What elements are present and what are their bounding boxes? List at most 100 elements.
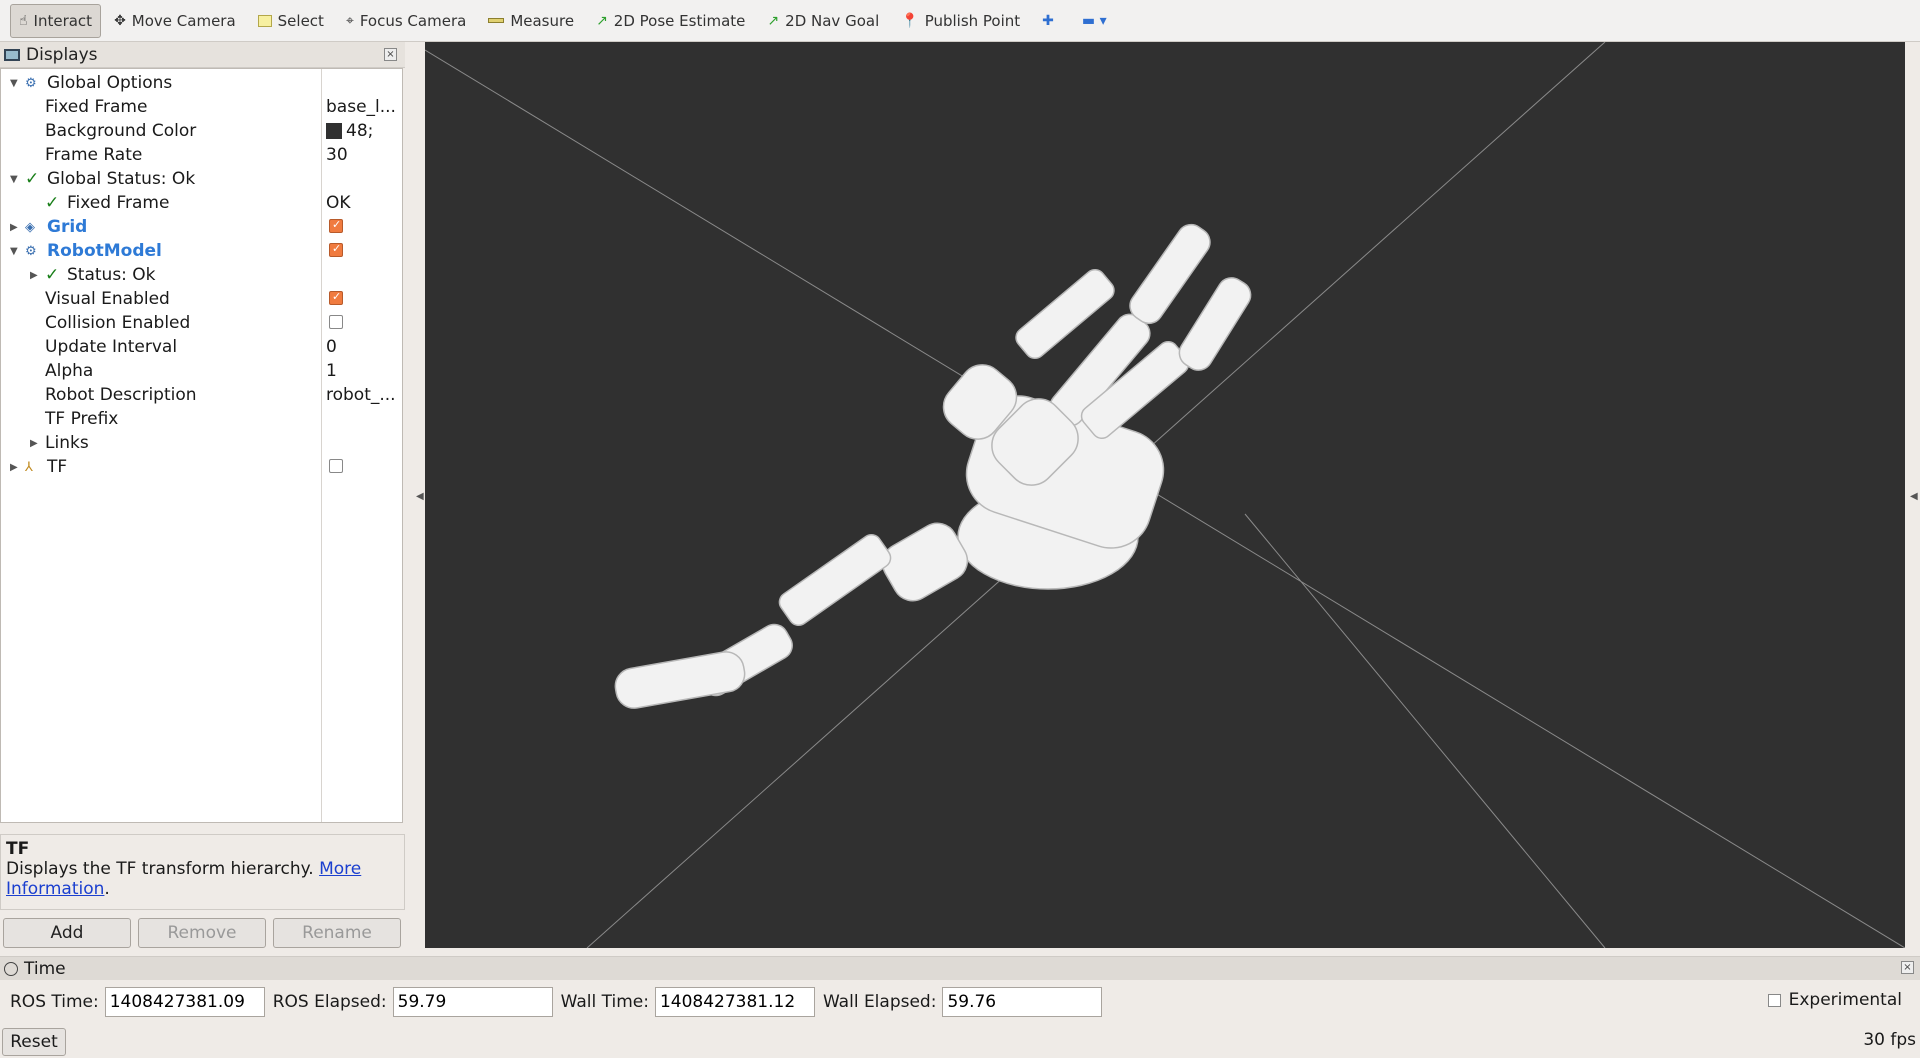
color-swatch (326, 123, 342, 139)
hand-cursor-icon: ☝ (19, 12, 28, 29)
tree-row-grid[interactable]: ▶ ◈ Grid (1, 215, 401, 239)
tree-row-collision-enabled[interactable]: Collision Enabled (1, 311, 401, 335)
add-button[interactable]: Add (3, 918, 131, 948)
remove-button[interactable]: Remove (138, 918, 266, 948)
collapse-arrow-icon[interactable]: ▼ (10, 78, 18, 89)
ros-time-label: ROS Time: (10, 992, 99, 1012)
close-icon[interactable]: × (384, 48, 397, 61)
collision-enabled-checkbox[interactable] (329, 315, 343, 329)
focus-camera-tool-button[interactable]: ⌖ Focus Camera (337, 4, 475, 38)
collapse-arrow-icon[interactable]: ▼ (10, 174, 18, 185)
clock-icon (4, 961, 18, 976)
minus-dropdown-icon: ▬ ▾ (1081, 12, 1107, 29)
displays-tree: ▼ ⚙ Global Options Fixed Frame base_l...… (0, 68, 403, 823)
plus-icon: ✚ (1042, 12, 1054, 29)
experimental-label: Experimental (1788, 990, 1902, 1010)
wall-time-label: Wall Time: (560, 992, 649, 1012)
alpha-value[interactable]: 1 (326, 361, 401, 381)
wall-elapsed-label: Wall Elapsed: (822, 992, 937, 1012)
grid-enabled-checkbox[interactable] (329, 218, 343, 233)
ros-elapsed-field[interactable] (392, 987, 553, 1017)
close-icon[interactable]: × (1901, 961, 1914, 974)
experimental-toggle[interactable]: Experimental (1767, 990, 1902, 1010)
tree-row-robot-description[interactable]: Robot Description robot_... (1, 383, 401, 407)
move-camera-icon: ✥ (114, 12, 126, 29)
select-box-icon (257, 14, 272, 27)
measure-tool-button[interactable]: Measure (479, 4, 583, 38)
monitor-icon (4, 48, 20, 61)
focus-crosshair-icon: ⌖ (345, 12, 354, 29)
robot-icon: ⚙ (25, 243, 37, 259)
tree-row-visual-enabled[interactable]: Visual Enabled (1, 287, 401, 311)
add-tool-button[interactable]: ✚ (1033, 4, 1069, 38)
robot-hand-model (614, 223, 1252, 709)
remove-tool-button[interactable]: ▬ ▾ (1073, 4, 1122, 38)
fps-readout: 30 fps (1863, 1030, 1916, 1050)
robot-model-enabled-checkbox[interactable] (329, 242, 343, 257)
publish-point-tool-button[interactable]: 📍 Publish Point (892, 4, 1029, 38)
ros-elapsed-label: ROS Elapsed: (272, 992, 387, 1012)
tree-row-tf-prefix[interactable]: TF Prefix (1, 407, 401, 431)
tf-enabled-checkbox[interactable] (329, 459, 343, 473)
tree-row-frame-rate[interactable]: Frame Rate 30 (1, 143, 401, 167)
fixed-frame-value[interactable]: base_l... (326, 97, 401, 117)
expand-arrow-icon[interactable]: ▶ (30, 270, 38, 281)
displays-panel: Displays × ▼ ⚙ Global Options Fixed Fram… (0, 42, 405, 823)
displays-header: Displays (0, 42, 405, 68)
tree-row-global-options[interactable]: ▼ ⚙ Global Options (1, 71, 401, 95)
time-panel-header: Time (0, 956, 1920, 980)
map-pin-icon: 📍 (901, 12, 919, 29)
tree-row-alpha[interactable]: Alpha 1 (1, 359, 401, 383)
grid-lines (425, 42, 1905, 948)
green-arrow-icon: ↗ (596, 12, 608, 29)
tree-row-status-fixed-frame[interactable]: ✓ Fixed Frame OK (1, 191, 401, 215)
update-interval-value[interactable]: 0 (326, 337, 401, 357)
interact-tool-button[interactable]: ☝ Interact (10, 3, 102, 38)
move-camera-tool-button[interactable]: ✥ Move Camera (105, 4, 245, 38)
grid-icon: ◈ (25, 219, 35, 235)
tree-row-links[interactable]: ▶ Links (1, 431, 401, 455)
gear-icon: ⚙ (25, 75, 37, 91)
expand-arrow-icon[interactable]: ▶ (30, 438, 38, 449)
fixed-frame-status-value: OK (326, 193, 351, 213)
display-description: TF Displays the TF transform hierarchy. … (0, 834, 405, 910)
expand-arrow-icon[interactable]: ▶ (10, 462, 18, 473)
robot-description-value[interactable]: robot_... (326, 385, 401, 405)
description-text: Displays the TF transform hierarchy. Mor… (6, 859, 362, 899)
displays-title: Displays (26, 44, 98, 65)
collapse-arrow-icon[interactable]: ▼ (10, 246, 18, 257)
green-arrow-icon: ↗ (767, 12, 780, 29)
ruler-icon (488, 18, 505, 23)
tree-row-tf[interactable]: ▶ ⅄ TF (1, 455, 401, 479)
tree-row-robot-model[interactable]: ▼ ⚙ RobotModel (1, 239, 401, 263)
pose-estimate-tool-button[interactable]: ↗ 2D Pose Estimate (587, 4, 754, 38)
experimental-checkbox[interactable] (1767, 993, 1781, 1007)
tf-axes-icon: ⅄ (25, 459, 33, 475)
frame-rate-value[interactable]: 30 (326, 145, 401, 165)
visual-enabled-checkbox[interactable] (329, 290, 343, 305)
checkmark-icon: ✓ (45, 265, 60, 285)
render-viewport[interactable] (425, 42, 1905, 948)
collapse-left-arrow-icon[interactable]: ◀ (416, 491, 424, 502)
collapse-right-arrow-icon[interactable]: ◀ (1910, 491, 1918, 502)
expand-arrow-icon[interactable]: ▶ (10, 222, 18, 233)
tree-row-update-interval[interactable]: Update Interval 0 (1, 335, 401, 359)
wall-time-field[interactable] (654, 987, 815, 1017)
ros-time-field[interactable] (104, 987, 265, 1017)
robot-hand-scene (425, 42, 1905, 948)
tree-row-rm-status[interactable]: ▶ ✓ Status: Ok (1, 263, 401, 287)
nav-goal-tool-button[interactable]: ↗ 2D Nav Goal (758, 4, 888, 38)
checkmark-icon: ✓ (45, 193, 60, 213)
time-bar: ROS Time: ROS Elapsed: Wall Time: Wall E… (0, 981, 1920, 1023)
time-panel-title: Time (24, 958, 66, 979)
tree-row-background-color[interactable]: Background Color 48; (1, 119, 401, 143)
background-color-value[interactable]: 48; (326, 121, 401, 141)
description-title: TF (6, 839, 30, 859)
tree-row-fixed-frame[interactable]: Fixed Frame base_l... (1, 95, 401, 119)
tree-row-global-status[interactable]: ▼ ✓ Global Status: Ok (1, 167, 401, 191)
wall-elapsed-field[interactable] (942, 987, 1103, 1017)
rename-button[interactable]: Rename (273, 918, 401, 948)
reset-button[interactable]: Reset (2, 1028, 66, 1056)
select-tool-button[interactable]: Select (249, 4, 333, 38)
checkmark-icon: ✓ (25, 169, 40, 189)
